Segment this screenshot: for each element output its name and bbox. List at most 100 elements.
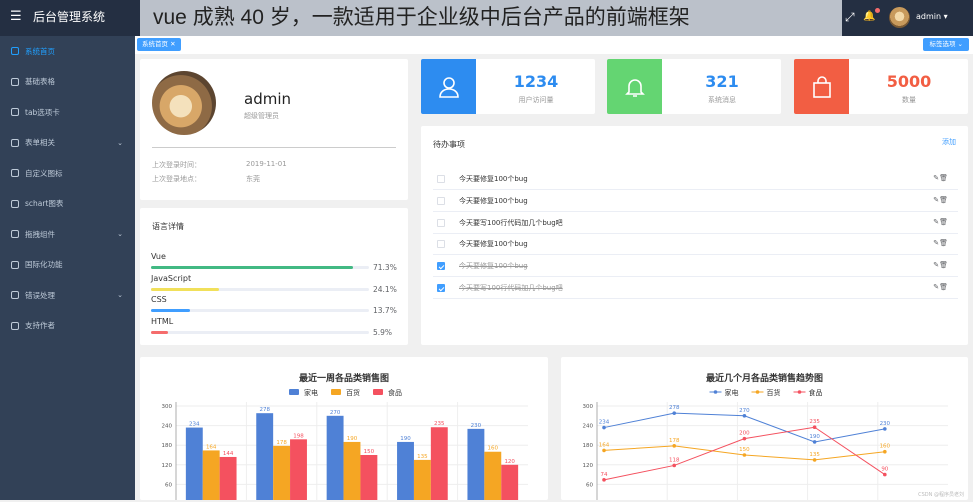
y-tick-label: 240: [162, 424, 173, 430]
data-point: [812, 425, 817, 430]
todo-title: 待办事项: [433, 140, 465, 149]
grid-icon: [11, 77, 19, 86]
sidebar-item-9[interactable]: 支持作者: [0, 311, 135, 342]
edit-delete-icon[interactable]: ✎🗑: [933, 283, 948, 291]
fullscreen-icon[interactable]: ⤢: [845, 10, 855, 24]
language-percent: 5.9%: [373, 327, 393, 337]
stat-quantity-number: 5000: [886, 72, 932, 91]
todo-checkbox[interactable]: [437, 284, 445, 292]
user-avatar[interactable]: [889, 7, 910, 28]
data-point: [602, 448, 606, 453]
stat-visits-label: 用户访问量: [518, 96, 554, 104]
data-label: 178: [669, 438, 680, 444]
data-label: 74: [601, 472, 608, 478]
todo-add-button[interactable]: 添加: [942, 137, 956, 147]
language-percent: 13.7%: [373, 306, 397, 315]
profile-name: admin: [244, 90, 291, 108]
chevron-down-icon: ⌄: [117, 291, 123, 299]
sidebar-item-3[interactable]: 表单相关 ⌄: [0, 128, 135, 159]
data-label: 135: [417, 454, 428, 460]
chart-title: 最近几个月各品类销售趋势图: [706, 372, 823, 384]
sidebar-item-label: 拖拽组件: [25, 229, 55, 239]
bell-icon[interactable]: 🔔: [863, 10, 875, 24]
profile-avatar: [152, 71, 216, 135]
chart-title: 最近一周各品类销售图: [299, 372, 389, 384]
edit-delete-icon[interactable]: ✎🗑: [933, 239, 948, 247]
divider: [152, 147, 396, 148]
sidebar-item-label: 支持作者: [25, 321, 55, 331]
data-point: [742, 453, 747, 457]
legend-label: 食品: [388, 388, 402, 397]
edit-delete-icon[interactable]: ✎🗑: [933, 174, 948, 182]
data-label: 118: [669, 457, 680, 463]
edit-delete-icon[interactable]: ✎🗑: [933, 218, 948, 226]
sidebar-item-6[interactable]: 拖拽组件 ⌄: [0, 219, 135, 250]
y-tick-label: 180: [162, 443, 173, 449]
language-progress: [151, 287, 369, 291]
app-title: 后台管理系统: [33, 10, 106, 24]
stat-messages-number: 321: [705, 72, 739, 91]
stat-card-messages: 321 系统消息: [607, 59, 781, 114]
legend-label: 家电: [725, 388, 739, 397]
sidebar-item-label: tab选项卡: [25, 107, 60, 117]
tag-home[interactable]: 系统首页 ✕: [137, 38, 181, 51]
data-label: 164: [599, 442, 610, 448]
todo-checkbox[interactable]: [437, 196, 445, 205]
language-progress: [151, 330, 369, 334]
language-progress-fill: [151, 266, 354, 269]
todo-row: 今天要修复100个bug ✎🗑: [433, 255, 958, 278]
bar: [360, 455, 378, 502]
language-name: Vue: [151, 252, 166, 261]
sidebar-item-label: 系统首页: [25, 46, 55, 56]
bar: [219, 456, 237, 502]
language-title: 语言详情: [152, 222, 184, 231]
data-label: 190: [809, 434, 820, 440]
user-dropdown[interactable]: admin ▾: [916, 12, 948, 21]
sidebar-item-0[interactable]: 系统首页: [0, 36, 135, 67]
y-tick-label: 240: [583, 424, 594, 430]
todo-checkbox[interactable]: [437, 218, 445, 227]
data-label: 178: [276, 440, 287, 446]
edit-delete-icon[interactable]: ✎🗑: [933, 261, 948, 269]
sidebar-item-2[interactable]: tab选项卡: [0, 97, 135, 128]
data-point: [883, 427, 887, 431]
sidebar-item-4[interactable]: 自定义图标: [0, 158, 135, 189]
warning-icon: [11, 291, 19, 300]
data-label: 90: [881, 467, 888, 473]
legend-label: 家电: [304, 388, 318, 397]
y-tick-label: 180: [583, 443, 594, 449]
copy-icon: [11, 108, 19, 117]
chevron-down-icon: ⌄: [117, 138, 123, 147]
stat-card-quantity: 5000 数量: [794, 59, 968, 114]
data-label: 234: [599, 420, 610, 426]
last-place-label: 上次登录地点：: [152, 175, 201, 183]
line-chart-card: 最近几个月各品类销售趋势图 家电 百货 食品 60 120 180 240 300 234 278 2…: [561, 357, 968, 500]
legend-marker: [797, 390, 802, 394]
menu-toggle-icon[interactable]: ☰: [10, 10, 22, 24]
y-tick-label: 120: [583, 463, 594, 469]
data-label: 278: [259, 407, 270, 413]
sidebar-item-5[interactable]: schart图表: [0, 189, 135, 220]
todo-row: 今天要写100行代码加几个bug吧 ✎🗑: [433, 212, 958, 234]
sidebar-item-1[interactable]: 基础表格: [0, 67, 135, 98]
data-label: 278: [669, 405, 680, 411]
y-tick-label: 60: [165, 482, 172, 488]
tag-options-button[interactable]: 标签选项 ⌄: [923, 38, 969, 51]
legend-marker: [713, 390, 718, 394]
sidebar-item-8[interactable]: 错误处理 ⌄: [0, 280, 135, 311]
donate-icon: [11, 321, 19, 330]
sidebar-item-7[interactable]: 国际化功能: [0, 250, 135, 281]
data-label: 150: [739, 447, 750, 453]
edit-delete-icon[interactable]: ✎🗑: [933, 196, 948, 204]
language-name: HTML: [151, 316, 174, 326]
y-tick-label: 300: [583, 404, 594, 410]
calendar-icon: [11, 138, 19, 147]
bar: [202, 450, 220, 502]
home-icon: [11, 47, 19, 56]
todo-checkbox[interactable]: [437, 175, 445, 183]
data-label: 230: [880, 421, 891, 427]
data-point: [812, 440, 817, 444]
todo-checkbox[interactable]: [437, 240, 445, 249]
todo-checkbox[interactable]: [437, 262, 445, 271]
drag-icon: [11, 230, 19, 239]
